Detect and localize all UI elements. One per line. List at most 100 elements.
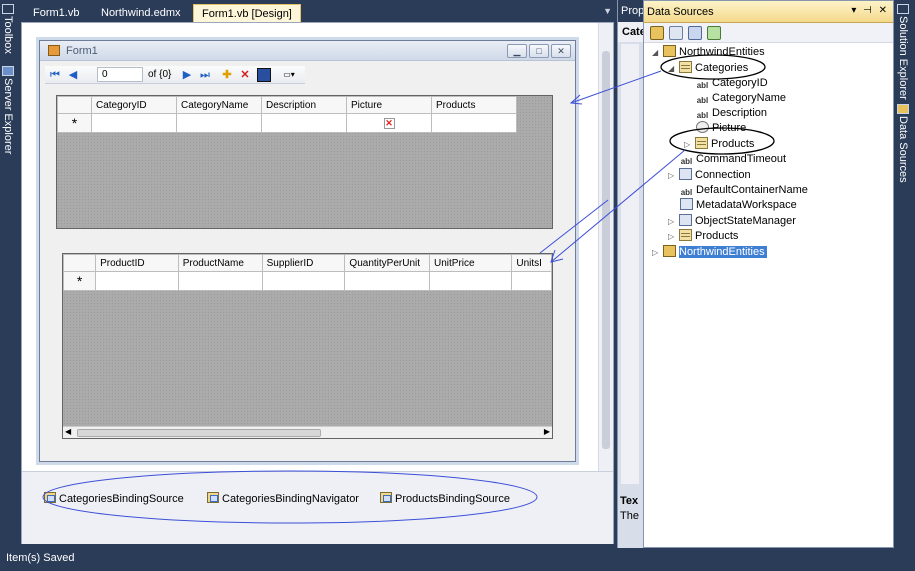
tree-item-category-name[interactable]: abl CategoryName bbox=[696, 91, 786, 106]
tree-item-description[interactable]: abl Description bbox=[696, 106, 767, 121]
products-header-row: ProductID ProductName SupplierID Quantit… bbox=[63, 254, 552, 272]
grid-cell[interactable] bbox=[429, 271, 513, 291]
expand-icon[interactable]: ▷ bbox=[668, 214, 674, 229]
column-header[interactable]: Description bbox=[261, 96, 347, 114]
collapse-icon[interactable]: ◢ bbox=[668, 61, 674, 76]
designer-vertical-scrollbar[interactable] bbox=[598, 23, 613, 471]
grid-cell[interactable]: ✕ bbox=[346, 113, 432, 133]
collapse-icon[interactable]: ◢ bbox=[652, 45, 658, 60]
column-header[interactable]: UnitsI bbox=[511, 254, 552, 272]
properties-grid[interactable] bbox=[621, 44, 639, 484]
tray-item-products-binding-source[interactable]: ProductsBindingSource bbox=[380, 492, 510, 505]
binding-source-icon bbox=[380, 492, 392, 503]
column-header[interactable]: Picture bbox=[346, 96, 432, 114]
design-canvas: Form1 ▁ □ ✕ ⏮ ◀ 0 of {0} ▶ ⏭ ✚ ✕ ▭▾ Cate… bbox=[22, 23, 598, 471]
add-new-icon[interactable]: ✚ bbox=[219, 67, 235, 83]
new-row[interactable]: * ✕ bbox=[57, 113, 517, 133]
window-controls[interactable]: ▾ ⊣ ✕ bbox=[851, 5, 889, 16]
expand-icon[interactable]: ▷ bbox=[668, 229, 674, 244]
grid-cell[interactable] bbox=[177, 271, 263, 291]
horizontal-scrollbar[interactable]: ◀ ▶ bbox=[63, 426, 552, 438]
close-icon[interactable]: ✕ bbox=[551, 44, 571, 58]
data-sources-toolbar bbox=[644, 23, 893, 43]
grid-cell[interactable] bbox=[261, 113, 347, 133]
scrollbar-thumb[interactable] bbox=[602, 51, 610, 449]
edit-dataset-icon[interactable] bbox=[669, 26, 683, 40]
entity-container-icon bbox=[663, 45, 676, 57]
properties-description-text: The bbox=[620, 510, 639, 522]
categories-grid[interactable]: CategoryID CategoryName Description Pict… bbox=[56, 95, 553, 229]
move-next-icon[interactable]: ▶ bbox=[179, 67, 195, 83]
add-data-source-icon[interactable] bbox=[650, 26, 664, 40]
column-header[interactable]: Products bbox=[431, 96, 517, 114]
row-header-corner bbox=[63, 254, 97, 272]
column-header[interactable]: CategoryID bbox=[91, 96, 177, 114]
move-previous-icon[interactable]: ◀ bbox=[65, 67, 81, 83]
new-row[interactable]: * bbox=[63, 271, 552, 291]
tree-item-picture[interactable]: Picture bbox=[696, 121, 746, 136]
tree-item-command-timeout[interactable]: abl CommandTimeout bbox=[680, 152, 786, 167]
grid-cell[interactable] bbox=[431, 113, 517, 133]
grid-cell[interactable] bbox=[344, 271, 431, 291]
delete-icon[interactable]: ✕ bbox=[237, 67, 253, 83]
column-header[interactable]: ProductName bbox=[177, 254, 263, 272]
tree-item-categories[interactable]: ◢ Categories bbox=[668, 61, 748, 76]
position-input[interactable]: 0 bbox=[97, 67, 143, 82]
tree-item-northwind-entities-2[interactable]: ▷ NorthwindEntities bbox=[652, 245, 767, 260]
tree-item-default-container-name[interactable]: abl DefaultContainerName bbox=[680, 183, 808, 198]
tab-dropdown-icon[interactable]: ▼ bbox=[603, 6, 612, 16]
tree-item-object-state-manager[interactable]: ▷ ObjectStateManager bbox=[668, 214, 796, 229]
move-first-icon[interactable]: ⏮ bbox=[47, 67, 63, 83]
column-header[interactable]: QuantityPerUnit bbox=[344, 254, 431, 272]
expand-icon[interactable]: ▷ bbox=[684, 137, 690, 152]
move-last-icon[interactable]: ⏭ bbox=[197, 67, 213, 83]
scroll-right-icon[interactable]: ▶ bbox=[544, 427, 550, 436]
object-icon bbox=[680, 198, 693, 210]
tree-item-label: Products bbox=[695, 230, 739, 242]
grid-cell[interactable] bbox=[511, 271, 552, 291]
configure-icon[interactable] bbox=[688, 26, 702, 40]
expand-icon[interactable]: ▷ bbox=[652, 245, 658, 260]
tree-item-products-child[interactable]: ▷ Products bbox=[684, 137, 754, 152]
data-sources-tab[interactable]: Data Sources bbox=[897, 104, 914, 186]
column-header[interactable]: CategoryName bbox=[176, 96, 262, 114]
products-grid[interactable]: ProductID ProductName SupplierID Quantit… bbox=[62, 253, 553, 439]
grid-cell[interactable] bbox=[91, 113, 177, 133]
tray-item-categories-binding-navigator[interactable]: CategoriesBindingNavigator bbox=[207, 492, 359, 505]
left-tool-strip: Toolbox Server Explorer bbox=[0, 0, 21, 550]
properties-title[interactable]: Prop bbox=[618, 0, 643, 22]
expand-icon[interactable]: ▷ bbox=[668, 168, 674, 183]
toolbox-icon bbox=[2, 4, 14, 14]
grid-cell[interactable] bbox=[176, 113, 262, 133]
table-icon bbox=[679, 61, 692, 73]
column-header[interactable]: SupplierID bbox=[261, 254, 346, 272]
minimize-icon[interactable]: ▁ bbox=[507, 44, 527, 58]
form-window[interactable]: Form1 ▁ □ ✕ ⏮ ◀ 0 of {0} ▶ ⏭ ✚ ✕ ▭▾ Cate… bbox=[39, 40, 576, 462]
tree-item-category-id[interactable]: abl CategoryID bbox=[696, 76, 768, 91]
dropdown-menu-icon[interactable]: ▭▾ bbox=[277, 67, 301, 83]
maximize-icon[interactable]: □ bbox=[529, 44, 549, 58]
properties-object-name: Cate bbox=[618, 22, 643, 42]
server-explorer-tab[interactable]: Server Explorer bbox=[2, 66, 19, 157]
tray-item-label: CategoriesBindingSource bbox=[59, 493, 184, 505]
refresh-icon[interactable] bbox=[707, 26, 721, 40]
status-text: Item(s) Saved bbox=[6, 552, 75, 564]
tree-item-metadata-workspace[interactable]: MetadataWorkspace bbox=[680, 198, 797, 213]
tree-item-products[interactable]: ▷ Products bbox=[668, 229, 738, 244]
data-sources-title-bar[interactable]: Data Sources ▾ ⊣ ✕ bbox=[644, 1, 893, 23]
toolbox-tab[interactable]: Toolbox bbox=[2, 4, 19, 57]
grid-cell[interactable] bbox=[261, 271, 346, 291]
tree-item-connection[interactable]: ▷ Connection bbox=[668, 168, 751, 183]
tree-item-northwind-entities[interactable]: ◢ NorthwindEntities bbox=[652, 45, 765, 60]
column-header[interactable]: UnitPrice bbox=[429, 254, 513, 272]
solution-explorer-tab[interactable]: Solution Explorer bbox=[897, 4, 914, 103]
tab-form1-vb[interactable]: Form1.vb bbox=[25, 4, 87, 22]
tab-form1-design[interactable]: Form1.vb [Design] bbox=[193, 4, 301, 22]
column-header[interactable]: ProductID bbox=[95, 254, 179, 272]
save-icon[interactable] bbox=[257, 68, 271, 82]
tray-item-categories-binding-source[interactable]: CategoriesBindingSource bbox=[44, 492, 184, 505]
tab-northwind-edmx[interactable]: Northwind.edmx bbox=[93, 4, 188, 22]
scrollbar-thumb[interactable] bbox=[77, 429, 321, 437]
scroll-left-icon[interactable]: ◀ bbox=[65, 427, 71, 436]
grid-cell[interactable] bbox=[95, 271, 179, 291]
